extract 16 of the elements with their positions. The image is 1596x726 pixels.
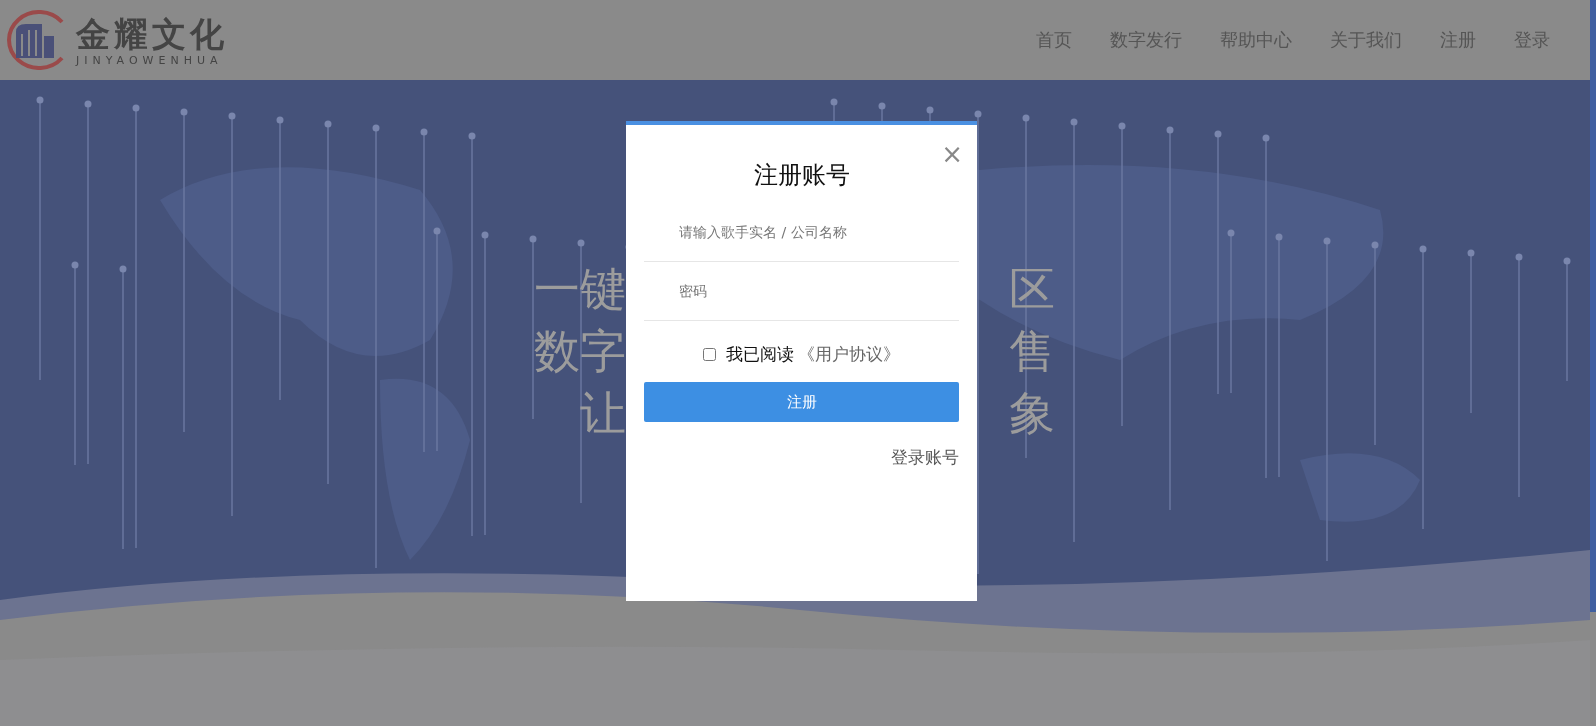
logo-subtitle: JINYAOWENHUA bbox=[76, 53, 224, 67]
register-button[interactable]: 注册 bbox=[644, 382, 959, 422]
scroll-bar[interactable] bbox=[1590, 0, 1596, 612]
user-agreement-link[interactable]: 《用户协议》 bbox=[798, 343, 900, 366]
logo-name: 金耀文化 bbox=[76, 13, 228, 54]
login-link[interactable]: 登录账号 bbox=[891, 446, 959, 469]
headline-text: 数字 bbox=[534, 323, 626, 380]
agree-label: 我已阅读 bbox=[726, 343, 794, 366]
headline-text: 让 bbox=[580, 385, 626, 442]
agree-checkbox[interactable] bbox=[703, 348, 716, 361]
headline-text: 区 bbox=[1009, 261, 1055, 318]
dialog-title: 注册账号 bbox=[752, 160, 851, 191]
close-button[interactable]: × bbox=[937, 141, 967, 167]
headline-text: 象 bbox=[1009, 385, 1055, 442]
headline-text: 售 bbox=[1009, 323, 1055, 380]
headline-text: 一键 bbox=[534, 261, 626, 318]
